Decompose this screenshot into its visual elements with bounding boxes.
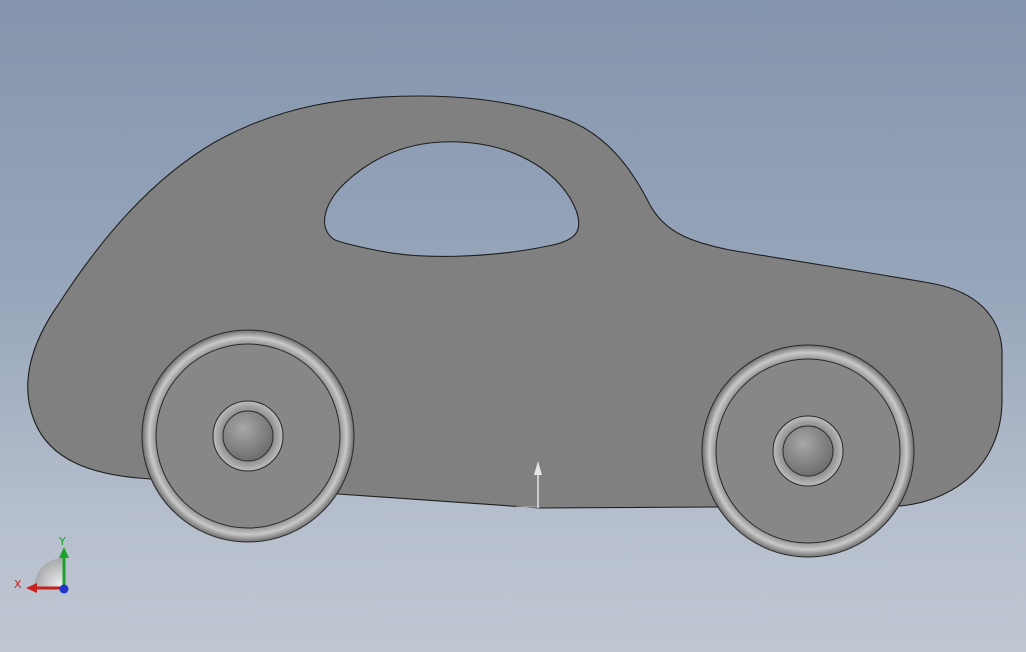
cad-viewport[interactable]: Y X <box>0 0 1026 652</box>
front-wheel[interactable] <box>701 344 915 558</box>
coordinate-triad[interactable]: Y X <box>14 535 69 594</box>
model-canvas[interactable]: Y X <box>0 0 1026 652</box>
rear-wheel[interactable] <box>141 329 355 543</box>
y-axis-label: Y <box>58 535 66 548</box>
z-axis-icon <box>59 584 69 594</box>
triad-plane-icon <box>34 558 64 588</box>
x-axis-label: X <box>14 578 22 591</box>
